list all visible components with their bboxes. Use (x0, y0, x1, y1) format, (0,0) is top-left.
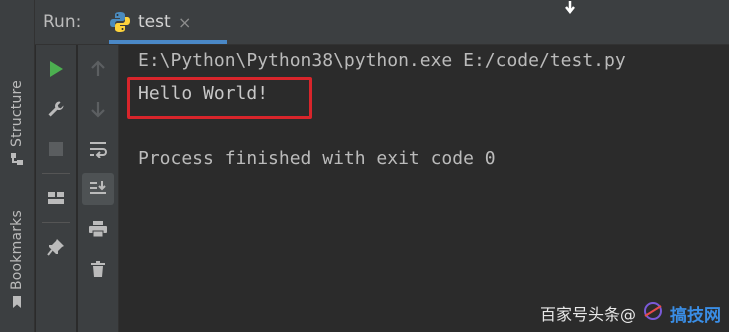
print-button[interactable] (82, 213, 114, 245)
printer-icon (89, 221, 107, 238)
watermark-text: 百家号头条@ (539, 305, 636, 324)
tab-test[interactable]: test × (109, 0, 227, 44)
run-panel-header: Run: test × (35, 0, 729, 45)
structure-tab-label: Structure (9, 80, 25, 147)
play-icon (50, 61, 63, 77)
soft-wrap-icon (90, 142, 107, 158)
bookmarks-tool-tab[interactable]: Bookmarks (2, 210, 32, 313)
layout-icon (48, 192, 64, 204)
stop-icon (49, 142, 63, 156)
restore-layout-button[interactable] (40, 182, 72, 214)
pin-tab-button[interactable] (40, 231, 72, 263)
arrow-up-icon (91, 60, 105, 76)
watermark-brand: 搞技网 (670, 305, 721, 326)
run-toolbar-primary (36, 45, 76, 332)
modify-run-config-button[interactable] (40, 93, 72, 125)
soft-wrap-button[interactable] (82, 133, 114, 165)
wrench-icon (48, 101, 64, 117)
next-occurrence-button[interactable] (82, 93, 114, 125)
run-label: Run: (43, 12, 82, 32)
python-icon (109, 11, 131, 37)
scroll-to-end-icon (90, 181, 106, 194)
console-output[interactable]: E:\Python\Python38\python.exe E:/code/te… (120, 45, 729, 332)
console-exit-status: Process finished with exit code 0 (138, 148, 496, 169)
clear-all-button[interactable] (82, 253, 114, 285)
previous-occurrence-button[interactable] (82, 53, 114, 85)
mouse-cursor-icon (563, 0, 577, 19)
tab-title: test (138, 12, 171, 32)
highlight-annotation-box (127, 77, 312, 119)
rerun-button[interactable] (40, 53, 72, 85)
toolbar-separator (42, 173, 70, 174)
watermark-logo-icon (642, 300, 664, 326)
arrow-down-icon (91, 102, 105, 118)
scroll-to-end-button[interactable] (82, 173, 114, 205)
bookmarks-tab-label: Bookmarks (9, 210, 25, 291)
structure-icon (10, 151, 24, 170)
bookmark-icon (11, 294, 23, 313)
close-icon[interactable]: × (178, 13, 191, 32)
active-tab-indicator (109, 40, 227, 44)
run-toolbar-secondary (78, 45, 119, 332)
toolbar-separator (42, 222, 70, 223)
watermark: 百家号头条@ 搞技网 (540, 300, 721, 326)
pin-icon (47, 239, 64, 256)
trash-icon (91, 261, 105, 277)
stop-button[interactable] (40, 133, 72, 165)
console-command-line: E:\Python\Python38\python.exe E:/code/te… (138, 50, 626, 71)
structure-tool-tab[interactable]: Structure (2, 80, 32, 170)
left-tool-strip: Structure Bookmarks (0, 0, 35, 332)
